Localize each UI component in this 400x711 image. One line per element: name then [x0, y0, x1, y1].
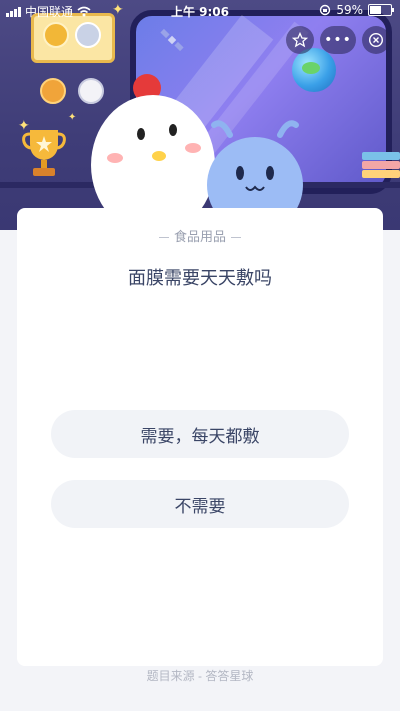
favorite-button[interactable] — [286, 26, 314, 54]
question-text: 面膜需要天天敷吗 — [128, 268, 272, 289]
satellite-icon — [160, 28, 184, 52]
answer-option-label: 不需要 — [174, 496, 226, 517]
more-button[interactable]: ••• — [320, 26, 356, 54]
silver-medal-icon — [75, 22, 101, 48]
gold-medal-icon — [43, 22, 69, 48]
books-stack — [362, 150, 400, 184]
sparkle-icon: ✦ — [68, 112, 77, 123]
answer-option-1[interactable]: 需要，每天都敷 — [51, 410, 349, 458]
earth-planet — [292, 48, 336, 92]
category-divider — [158, 237, 169, 238]
close-icon — [368, 32, 384, 48]
question-source: 题目来源 - 答答星球 — [146, 669, 254, 683]
question-card: 食品用品 面膜需要天天敷吗 需要，每天都敷 不需要 题目来源 - 答答星球 — [17, 208, 383, 683]
category-divider — [231, 237, 241, 238]
battery-percentage: 59% — [336, 3, 363, 17]
category-text: 食品用品 — [173, 230, 226, 245]
category-label: 食品用品 — [17, 226, 383, 245]
status-bar: 中国联通 上午 9:06 59% — [0, 0, 400, 20]
battery-icon — [368, 4, 394, 16]
star-icon — [292, 32, 308, 48]
answer-option-2[interactable]: 不需要 — [51, 480, 349, 528]
rotation-lock-icon — [320, 4, 331, 16]
mini-program-capsule: ••• — [286, 26, 390, 54]
answer-option-label: 需要，每天都敷 — [140, 426, 260, 447]
trophy-icon — [22, 130, 66, 176]
header-illustration: 中国联通 上午 9:06 59% ✦ ✦ ✦ ••• — [0, 0, 400, 230]
bronze-medal-icon — [40, 78, 66, 104]
close-button[interactable] — [362, 26, 390, 54]
